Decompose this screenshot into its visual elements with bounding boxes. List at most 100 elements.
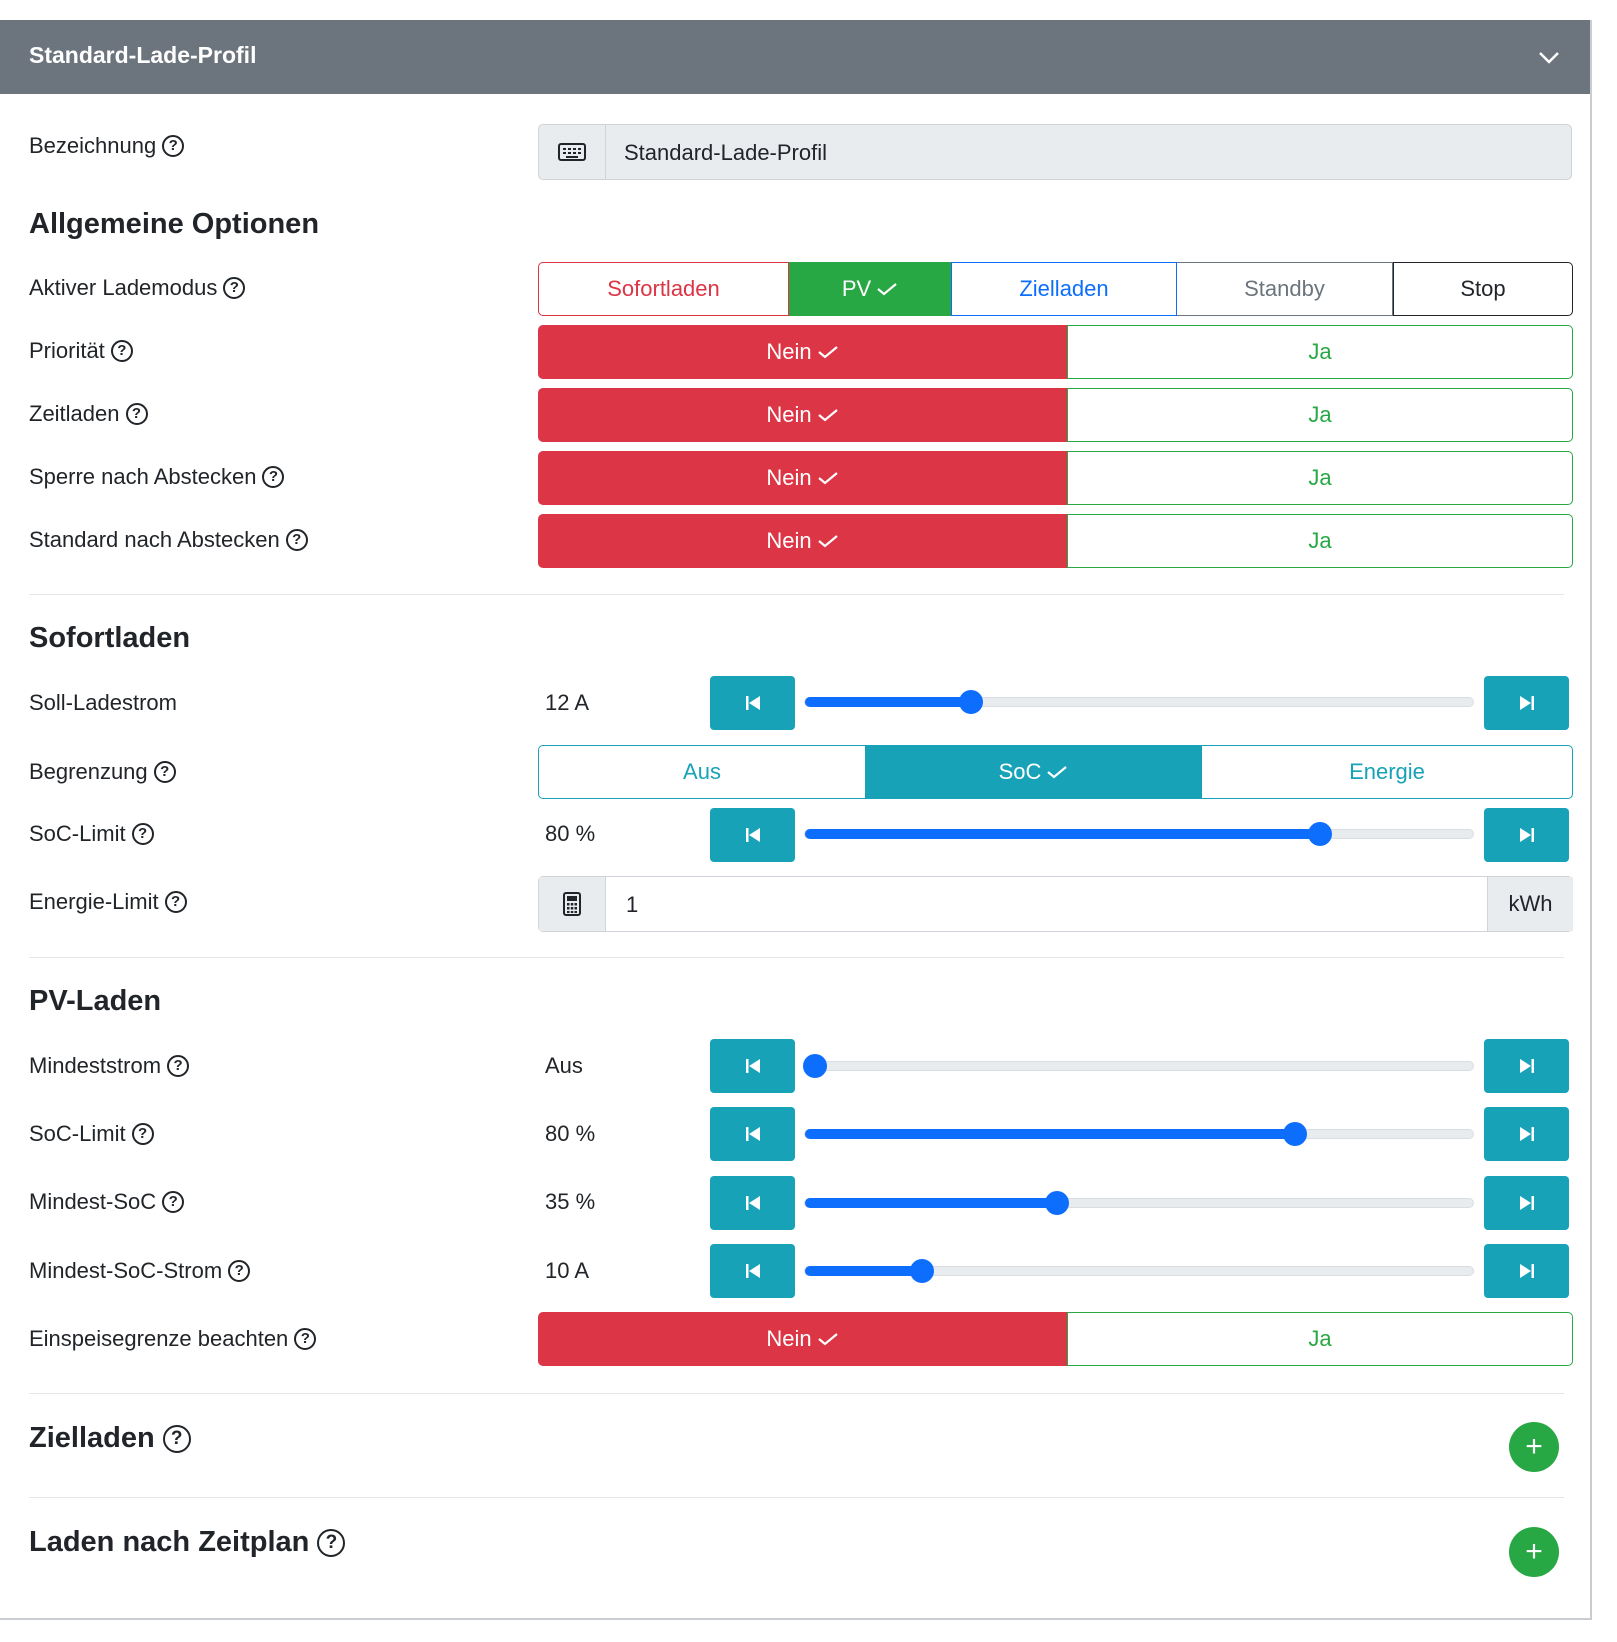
help-icon[interactable]: ? — [125, 403, 148, 425]
help-icon[interactable]: ? — [223, 277, 246, 299]
check-icon — [817, 472, 838, 485]
increase-button[interactable] — [1484, 676, 1569, 730]
step-forward-icon — [1519, 1264, 1534, 1278]
target-current-value: 12 A — [545, 690, 590, 715]
help-icon[interactable]: ? — [153, 761, 176, 783]
pv-soc-limit-slider[interactable] — [804, 1122, 1474, 1146]
energy-limit-input-group: 1 kWh — [538, 876, 1573, 932]
limit-off-button[interactable]: Aus — [538, 745, 866, 799]
name-label: Bezeichnung? — [29, 133, 185, 159]
min-soc-current-label: Mindest-SoC-Strom? — [29, 1258, 251, 1284]
priority-label: Priorität? — [29, 338, 133, 364]
name-field[interactable]: Standard-Lade-Profil — [538, 124, 1572, 180]
feed-in-limit-no-button[interactable]: Nein — [538, 1312, 1067, 1366]
priority-yes-button[interactable]: Ja — [1067, 325, 1573, 379]
lock-after-unplug-no-button[interactable]: Nein — [538, 451, 1067, 505]
min-current-slider[interactable] — [803, 1054, 1474, 1078]
step-forward-icon — [1519, 1196, 1534, 1210]
section-title-scheduled: Zielladen? — [29, 1422, 191, 1455]
plus-icon: + — [1525, 1535, 1543, 1568]
min-soc-slider[interactable] — [804, 1191, 1474, 1215]
unit-label: kWh — [1487, 877, 1573, 931]
slider-thumb[interactable] — [909, 1259, 934, 1283]
mode-standby-button[interactable]: Standby — [1177, 262, 1393, 316]
target-current-slider[interactable] — [804, 690, 1474, 714]
min-soc-value: 35 % — [545, 1189, 596, 1214]
card-header[interactable]: Standard-Lade-Profil — [0, 20, 1590, 94]
help-icon[interactable]: ? — [162, 1424, 191, 1453]
step-back-icon — [745, 828, 760, 842]
help-icon[interactable]: ? — [162, 135, 185, 157]
mode-pv-button[interactable]: PV — [789, 262, 951, 316]
charge-profile-card: Standard-Lade-Profil — [0, 20, 1592, 1620]
step-back-icon — [745, 1059, 760, 1073]
decrease-button[interactable] — [710, 1039, 795, 1093]
lock-after-unplug-yes-button[interactable]: Ja — [1067, 451, 1573, 505]
divider — [29, 957, 1564, 958]
mode-zielladen-button[interactable]: Zielladen — [951, 262, 1177, 316]
section-title-timeplan: Laden nach Zeitplan? — [29, 1526, 346, 1559]
limit-soc-button[interactable]: SoC — [866, 745, 1201, 799]
decrease-button[interactable] — [710, 1244, 795, 1298]
slider-thumb[interactable] — [1044, 1191, 1069, 1215]
plus-icon: + — [1525, 1430, 1543, 1463]
section-title-pv: PV-Laden — [29, 985, 162, 1017]
step-back-icon — [745, 696, 760, 710]
min-soc-label: Mindest-SoC? — [29, 1189, 185, 1215]
divider — [29, 594, 1564, 595]
default-after-unplug-label: Standard nach Abstecken? — [29, 527, 308, 553]
pv-soc-limit-label: SoC-Limit? — [29, 1121, 154, 1147]
help-icon[interactable]: ? — [294, 1328, 317, 1350]
decrease-button[interactable] — [710, 1176, 795, 1230]
min-current-label: Mindeststrom? — [29, 1053, 190, 1079]
priority-no-button[interactable]: Nein — [538, 325, 1067, 379]
default-after-unplug-yes-button[interactable]: Ja — [1067, 514, 1573, 568]
timed-charging-no-button[interactable]: Nein — [538, 388, 1067, 442]
min-soc-current-value: 10 A — [545, 1258, 590, 1283]
help-icon[interactable]: ? — [110, 340, 133, 362]
limit-energy-button[interactable]: Energie — [1201, 745, 1573, 799]
name-value: Standard-Lade-Profil — [624, 140, 828, 165]
help-icon[interactable]: ? — [317, 1528, 346, 1557]
step-forward-icon — [1519, 696, 1534, 710]
mode-stop-button[interactable]: Stop — [1393, 262, 1573, 316]
increase-button[interactable] — [1484, 808, 1569, 862]
increase-button[interactable] — [1484, 1039, 1569, 1093]
decrease-button[interactable] — [710, 676, 795, 730]
instant-soc-limit-label: SoC-Limit? — [29, 821, 154, 847]
timed-charging-label: Zeitladen? — [29, 401, 148, 427]
add-scheduled-button[interactable]: + — [1509, 1422, 1559, 1472]
step-forward-icon — [1519, 1127, 1534, 1141]
chevron-down-icon[interactable] — [1536, 44, 1562, 70]
min-soc-current-slider[interactable] — [804, 1259, 1474, 1283]
increase-button[interactable] — [1484, 1107, 1569, 1161]
increase-button[interactable] — [1484, 1176, 1569, 1230]
decrease-button[interactable] — [710, 808, 795, 862]
slider-thumb[interactable] — [1282, 1122, 1307, 1146]
help-icon[interactable]: ? — [228, 1260, 251, 1282]
help-icon[interactable]: ? — [285, 529, 308, 551]
slider-thumb[interactable] — [803, 1054, 827, 1078]
check-icon — [1047, 766, 1068, 779]
slider-thumb[interactable] — [958, 690, 983, 714]
help-icon[interactable]: ? — [131, 1123, 154, 1145]
step-back-icon — [745, 1196, 760, 1210]
add-timeplan-button[interactable]: + — [1509, 1527, 1559, 1577]
limit-label: Begrenzung? — [29, 759, 176, 785]
default-after-unplug-no-button[interactable]: Nein — [538, 514, 1067, 568]
instant-soc-limit-slider[interactable] — [804, 822, 1474, 846]
timed-charging-yes-button[interactable]: Ja — [1067, 388, 1573, 442]
step-back-icon — [745, 1127, 760, 1141]
help-icon[interactable]: ? — [164, 891, 187, 913]
increase-button[interactable] — [1484, 1244, 1569, 1298]
help-icon[interactable]: ? — [162, 1191, 185, 1213]
help-icon[interactable]: ? — [262, 466, 285, 488]
mode-sofortladen-button[interactable]: Sofortladen — [538, 262, 789, 316]
feed-in-limit-yes-button[interactable]: Ja — [1067, 1312, 1573, 1366]
help-icon[interactable]: ? — [167, 1055, 190, 1077]
check-icon — [817, 346, 838, 359]
energy-limit-input[interactable]: 1 — [626, 892, 638, 918]
help-icon[interactable]: ? — [131, 823, 154, 845]
section-title-general: Allgemeine Optionen — [29, 208, 320, 240]
decrease-button[interactable] — [710, 1107, 795, 1161]
